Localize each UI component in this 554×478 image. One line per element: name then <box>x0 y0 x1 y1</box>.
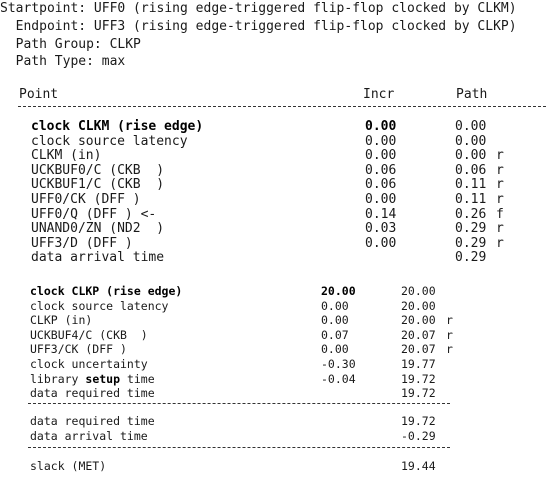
capture-row-point-pre: library <box>30 371 86 386</box>
capture-row-path: 20.00 <box>401 313 436 328</box>
launch-row-path: 0.11 <box>455 177 487 193</box>
launch-row-flag: r <box>496 177 504 193</box>
capture-row-incr: 0.07 <box>321 327 349 342</box>
launch-row-point: data arrival time <box>31 250 165 266</box>
launch-row-point: clock source latency <box>31 133 188 149</box>
column-header-path: Path <box>456 87 488 102</box>
capture-row-incr: 0.00 <box>321 298 349 313</box>
launch-row-incr: 0.00 <box>365 133 397 149</box>
column-header-point: Point <box>19 87 59 102</box>
launch-row-point: UFF3/D (DFF ) <box>31 235 133 251</box>
launch-row-point: UFF0/CK (DFF ) <box>31 192 141 207</box>
launch-row-flag: r <box>496 235 504 251</box>
capture-row-point: data required time <box>30 386 155 401</box>
launch-row-incr: 0.06 <box>365 177 397 193</box>
summary-required-value: 19.72 <box>401 414 436 428</box>
launch-row-path: 0.11 <box>455 192 487 207</box>
launch-row-incr: 0.03 <box>365 221 397 237</box>
capture-row-point: UFF3/CK (DFF ) <box>30 342 127 357</box>
capture-row-point-bold: setup <box>85 371 121 386</box>
capture-row-incr: 20.00 <box>321 284 356 298</box>
startpoint-line: Startpoint: UFF0 (rising edge-triggered … <box>0 1 517 16</box>
launch-row-path: 0.00 <box>455 148 487 164</box>
launch-row-path: 0.26 <box>455 206 487 222</box>
launch-row-incr: 0.06 <box>365 162 397 178</box>
capture-row-incr: 0.00 <box>321 313 349 328</box>
path-type-line: Path Type: max <box>0 54 126 69</box>
launch-row-incr: 0.00 <box>365 192 397 207</box>
capture-row-incr: 0.00 <box>321 342 349 357</box>
capture-row-incr: -0.04 <box>321 371 356 386</box>
capture-row-point: clock CLKP (rise edge) <box>30 284 183 298</box>
launch-row-point: UFF0/Q (DFF ) <- <box>31 206 157 222</box>
capture-row-path: 20.07 <box>401 342 436 357</box>
launch-row-flag: r <box>496 192 504 207</box>
capture-row-path: 20.00 <box>401 298 436 313</box>
launch-row-path: 0.29 <box>455 221 487 237</box>
capture-row-point: library setup time <box>30 371 155 386</box>
capture-row-flag: r <box>446 342 453 357</box>
launch-row-incr: 0.00 <box>365 148 397 164</box>
capture-row-path: 20.07 <box>401 327 436 342</box>
launch-row-path: 0.00 <box>455 133 487 149</box>
header-divider <box>18 106 546 107</box>
launch-row-point: UNAND0/ZN (ND2 ) <box>31 221 165 237</box>
capture-row-path: 20.00 <box>401 284 436 298</box>
launch-row-incr: 0.14 <box>365 206 397 222</box>
capture-row-point: clock source latency <box>30 298 169 313</box>
summary-arrival-value: -0.29 <box>401 429 436 443</box>
launch-row-flag: r <box>496 221 504 237</box>
launch-row-point: clock CLKM (rise edge) <box>31 119 204 134</box>
summary-required-label: data required time <box>30 414 155 428</box>
slack-value: 19.44 <box>401 459 436 473</box>
capture-row-point: clock uncertainty <box>30 357 148 371</box>
capture-row-incr: -0.30 <box>321 357 356 371</box>
required-divider <box>28 403 450 404</box>
launch-row-point: CLKM (in) <box>31 148 102 164</box>
launch-row-incr: 0.00 <box>365 119 397 134</box>
launch-row-path: 0.00 <box>455 119 487 134</box>
launch-row-point: UCKBUF1/C (CKB ) <box>31 177 165 193</box>
launch-row-path: 0.29 <box>455 250 487 266</box>
capture-row-flag: r <box>446 327 453 342</box>
slack-label: slack (MET) <box>30 459 107 473</box>
launch-row-point: UCKBUF0/C (CKB ) <box>31 162 165 178</box>
slack-divider <box>28 447 450 448</box>
launch-row-incr: 0.00 <box>365 235 397 251</box>
launch-row-path: 0.29 <box>455 235 487 251</box>
path-group-line: Path Group: CLKP <box>0 37 141 52</box>
capture-row-point: UCKBUF4/C (CKB ) <box>30 327 148 342</box>
launch-row-flag: f <box>496 206 504 222</box>
capture-row-point: CLKP (in) <box>30 313 93 328</box>
capture-row-point-post: time <box>120 371 155 386</box>
capture-row-path: 19.77 <box>401 357 436 371</box>
launch-row-flag: r <box>496 148 504 164</box>
launch-row-flag: r <box>496 162 504 178</box>
summary-arrival-label: data arrival time <box>30 429 148 443</box>
launch-row-path: 0.06 <box>455 162 487 178</box>
endpoint-line: Endpoint: UFF3 (rising edge-triggered fl… <box>0 19 517 34</box>
capture-row-path: 19.72 <box>401 371 436 386</box>
capture-row-flag: r <box>446 313 453 328</box>
capture-row-path: 19.72 <box>401 386 436 401</box>
column-header-incr: Incr <box>363 87 395 102</box>
